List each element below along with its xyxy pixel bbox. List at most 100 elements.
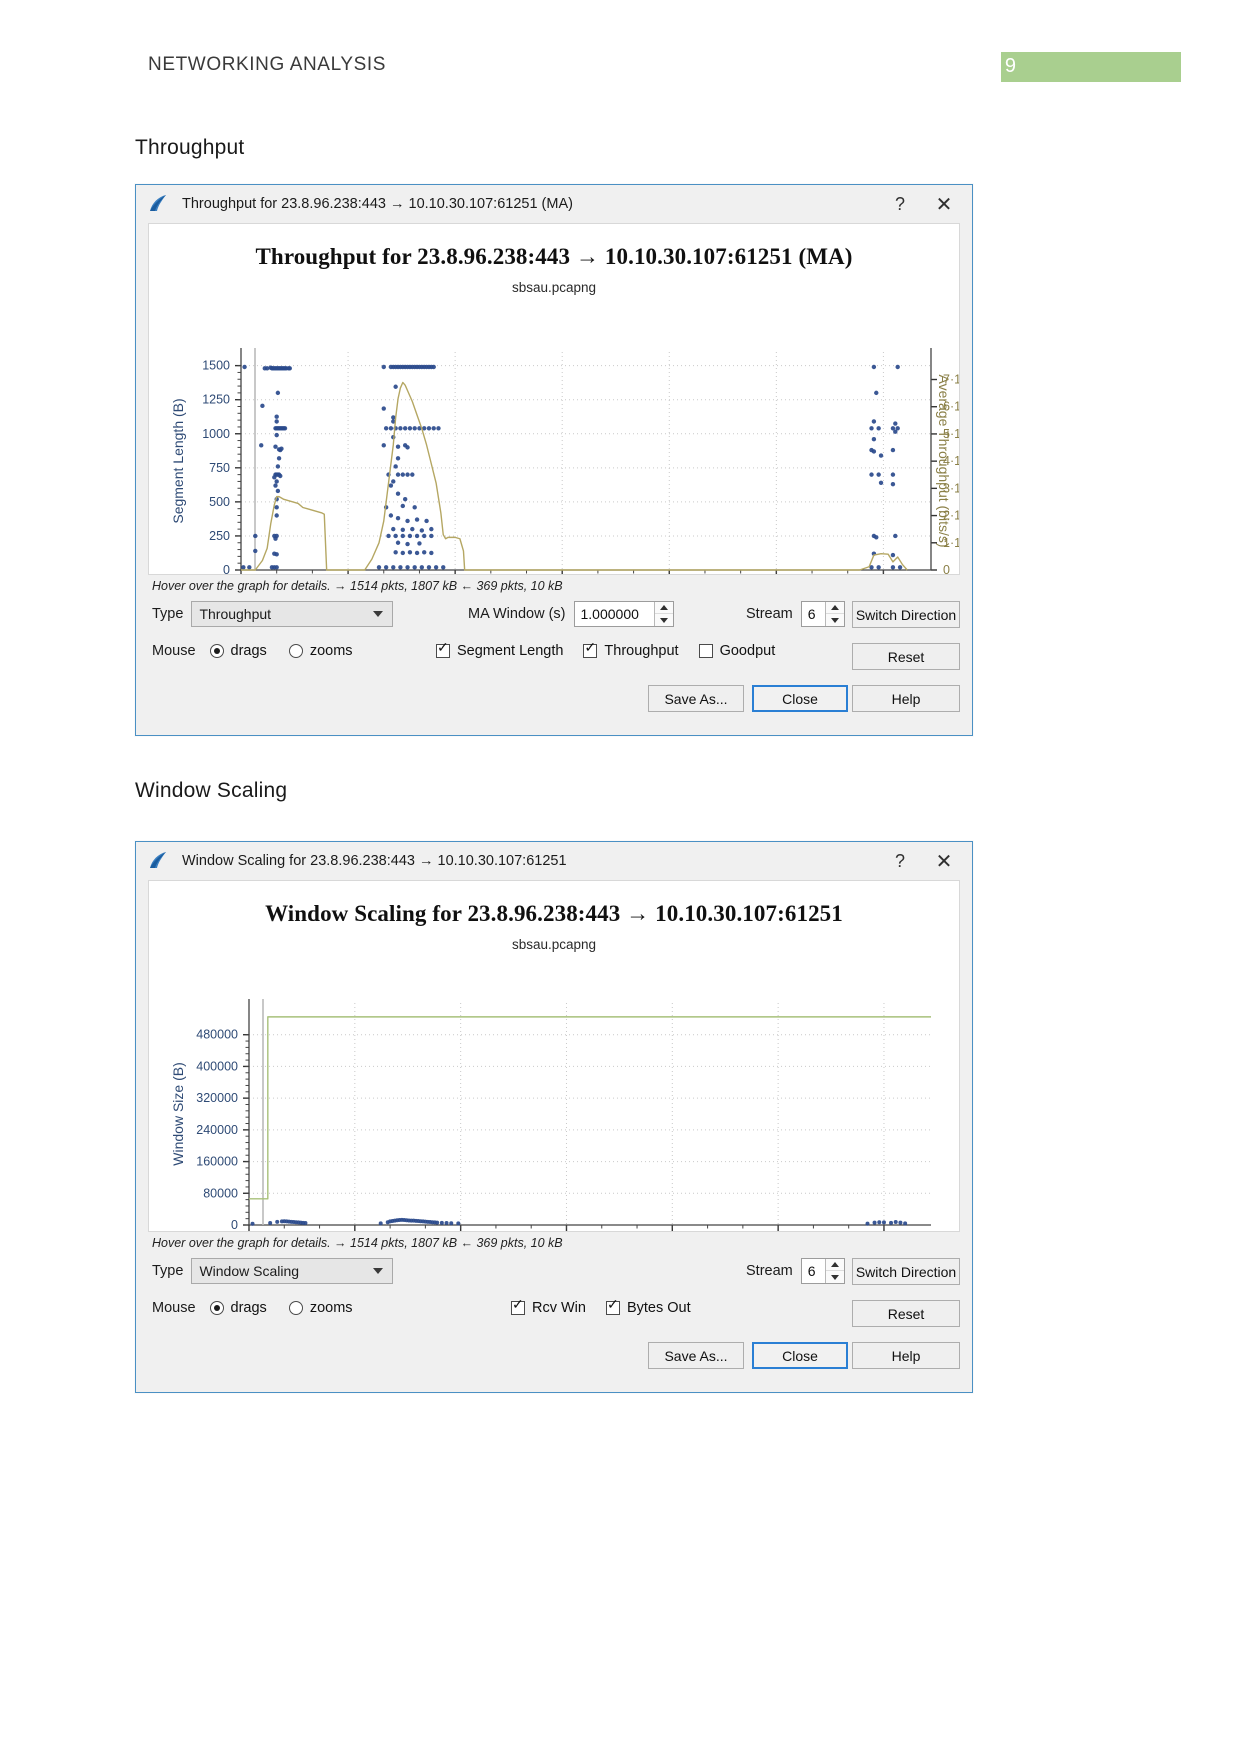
page-number-text: 9 xyxy=(1004,55,1016,77)
segment-length-checkbox[interactable]: Segment Length xyxy=(436,640,564,659)
stepper-down-icon[interactable] xyxy=(655,614,673,626)
save-as-button[interactable]: Save As... xyxy=(648,685,744,712)
stepper-up-icon[interactable] xyxy=(825,602,844,614)
chevron-down-icon xyxy=(373,1268,384,1274)
type-combobox[interactable]: Window Scaling xyxy=(191,1258,394,1284)
throughput-controls-row-1: Type Throughput MA Window (s) 1.000000 S… xyxy=(136,599,972,639)
switch-direction-button[interactable]: Switch Direction xyxy=(852,1258,960,1285)
checkbox-checked-icon xyxy=(605,1297,620,1315)
section-heading-window-scaling: Window Scaling xyxy=(135,779,288,802)
stream-spinbox[interactable]: 6 xyxy=(800,601,845,627)
window-scaling-plot-card[interactable]: Window Scaling for 23.8.96.238:443 → 10.… xyxy=(148,880,960,1232)
stream-group: Stream 6 xyxy=(746,1258,845,1284)
plot-toggles-group: Segment Length Throughput Goodput xyxy=(436,640,795,659)
throughput-dialog: Throughput for 23.8.96.238:443 → 10.10.3… xyxy=(135,184,973,736)
type-combobox-value: Throughput xyxy=(199,606,272,622)
bytes-out-checkbox[interactable]: Bytes Out xyxy=(605,1297,691,1316)
radio-selected-icon xyxy=(209,1301,224,1315)
stream-value: 6 xyxy=(807,1263,816,1279)
type-combobox[interactable]: Throughput xyxy=(191,601,394,627)
type-label: Type xyxy=(152,606,184,622)
stream-value: 6 xyxy=(807,606,816,622)
segment-length-label: Segment Length xyxy=(457,643,564,659)
stream-group: Stream 6 xyxy=(746,601,845,627)
wireshark-icon xyxy=(150,195,166,211)
svg-text:80000: 80000 xyxy=(203,1186,238,1200)
throughput-titlebar: Throughput for 23.8.96.238:443 → 10.10.3… xyxy=(136,185,972,223)
window-scaling-hint-text: Hover over the graph for details. → 1514… xyxy=(152,1236,563,1250)
throughput-checkbox[interactable]: Throughput xyxy=(583,640,679,659)
window-scaling-hint-row: Hover over the graph for details. → 1514… xyxy=(136,1232,972,1256)
stream-spinbox[interactable]: 6 xyxy=(800,1258,845,1284)
reset-button[interactable]: Reset xyxy=(852,1300,960,1327)
stepper-up-icon[interactable] xyxy=(654,602,673,614)
svg-text:240000: 240000 xyxy=(196,1123,238,1137)
type-combobox-value: Window Scaling xyxy=(199,1263,300,1279)
switch-direction-button[interactable]: Switch Direction xyxy=(852,601,960,628)
mouse-group: Mouse drags zooms xyxy=(152,643,375,659)
window-scaling-title-text: Window Scaling for 23.8.96.238:443 → 10.… xyxy=(182,853,567,869)
goodput-checkbox[interactable]: Goodput xyxy=(698,643,775,659)
document-header-title: NETWORKING ANALYSIS xyxy=(148,54,387,75)
plot-toggles-group: Rcv Win Bytes Out xyxy=(511,1297,711,1316)
throughput-controls-row-2: Mouse drags zooms Segment Length Through… xyxy=(136,639,972,679)
svg-text:Average Throughput (bits/s): Average Throughput (bits/s) xyxy=(936,374,952,547)
svg-text:Segment Length (B): Segment Length (B) xyxy=(170,398,186,523)
mouse-drags-label: drags xyxy=(230,643,267,659)
mouse-label: Mouse xyxy=(152,643,196,659)
close-icon[interactable]: ✕ xyxy=(922,189,966,219)
svg-text:0: 0 xyxy=(231,1218,238,1232)
throughput-checkbox-label: Throughput xyxy=(604,643,679,659)
help-icon[interactable]: ? xyxy=(878,189,922,219)
svg-text:500: 500 xyxy=(209,495,230,509)
throughput-title-text: Throughput for 23.8.96.238:443 → 10.10.3… xyxy=(182,196,573,212)
section-heading-throughput: Throughput xyxy=(135,136,245,159)
svg-text:160000: 160000 xyxy=(196,1155,238,1169)
close-icon[interactable]: ✕ xyxy=(922,846,966,876)
throughput-plot-card[interactable]: Throughput for 23.8.96.238:443 → 10.10.3… xyxy=(148,223,960,575)
mouse-zooms-radio[interactable]: zooms xyxy=(288,643,353,659)
throughput-chart-svg[interactable]: 025050075010001250150004.5913.51822.5270… xyxy=(149,224,960,575)
window-scaling-chart-svg[interactable]: 08000016000024000032000040000048000004.5… xyxy=(149,881,960,1232)
ma-window-stepper[interactable] xyxy=(653,602,673,626)
svg-text:480000: 480000 xyxy=(196,1028,238,1042)
help-button[interactable]: Help xyxy=(852,685,960,712)
document-header: NETWORKING ANALYSIS 9 xyxy=(0,0,1241,110)
save-as-button[interactable]: Save As... xyxy=(648,1342,744,1369)
svg-text:320000: 320000 xyxy=(196,1091,238,1105)
rcv-win-checkbox[interactable]: Rcv Win xyxy=(511,1297,586,1316)
type-label: Type xyxy=(152,1263,184,1279)
window-scaling-controls-row-2: Mouse drags zooms Rcv Win Bytes Out Rese… xyxy=(136,1296,972,1336)
checkbox-checked-icon xyxy=(583,640,598,658)
mouse-drags-radio[interactable]: drags xyxy=(209,643,267,659)
stepper-up-icon[interactable] xyxy=(825,1259,844,1271)
stepper-down-icon[interactable] xyxy=(826,1271,844,1283)
window-scaling-dialog: Window Scaling for 23.8.96.238:443 → 10.… xyxy=(135,841,973,1393)
stream-stepper[interactable] xyxy=(824,602,844,626)
ma-window-label: MA Window (s) xyxy=(468,606,566,622)
wireshark-icon xyxy=(150,852,166,868)
svg-text:Window Size (B): Window Size (B) xyxy=(170,1062,186,1165)
svg-text:0: 0 xyxy=(943,563,950,575)
stream-stepper[interactable] xyxy=(824,1259,844,1283)
svg-text:250: 250 xyxy=(209,529,230,543)
help-icon[interactable]: ? xyxy=(878,846,922,876)
close-button[interactable]: Close xyxy=(752,1342,848,1369)
checkbox-empty-icon xyxy=(698,644,713,658)
reset-button[interactable]: Reset xyxy=(852,643,960,670)
ma-window-group: MA Window (s) 1.000000 xyxy=(468,601,674,627)
ma-window-spinbox[interactable]: 1.000000 xyxy=(573,601,674,627)
window-scaling-controls-row-1: Type Window Scaling Stream 6 Switch Dire… xyxy=(136,1256,972,1296)
help-button[interactable]: Help xyxy=(852,1342,960,1369)
mouse-drags-label: drags xyxy=(230,1300,267,1316)
mouse-group: Mouse drags zooms xyxy=(152,1300,375,1316)
mouse-drags-radio[interactable]: drags xyxy=(209,1300,267,1316)
svg-text:1500: 1500 xyxy=(202,359,230,373)
close-button[interactable]: Close xyxy=(752,685,848,712)
mouse-zooms-label: zooms xyxy=(309,1300,353,1316)
stream-label: Stream xyxy=(746,606,793,622)
stepper-down-icon[interactable] xyxy=(826,614,844,626)
window-scaling-controls-row-3: Save As... Close Help xyxy=(136,1336,972,1380)
mouse-zooms-radio[interactable]: zooms xyxy=(288,1300,353,1316)
checkbox-checked-icon xyxy=(511,1297,525,1315)
